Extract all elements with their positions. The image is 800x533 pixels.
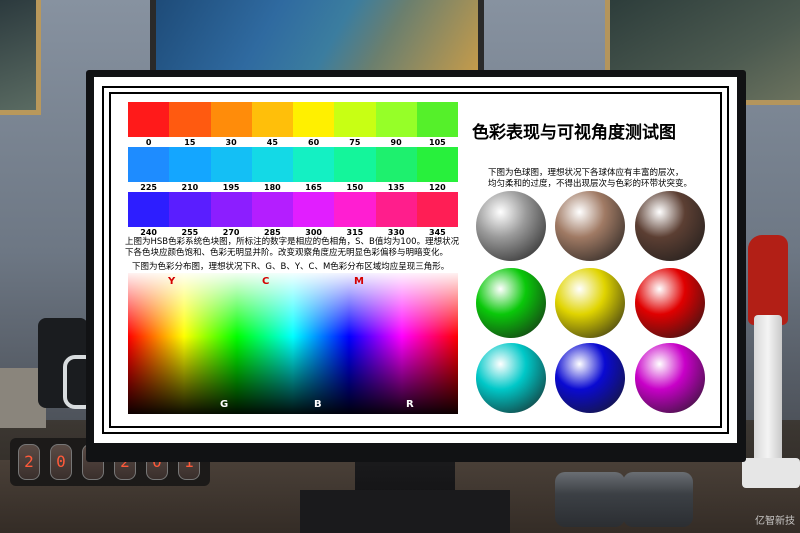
caption-hsb-line-2: 下各色块应颜色饱和、色彩无明显并阶。改变观察角度应无明显色彩偏移与明暗变化。 bbox=[125, 248, 449, 258]
figurine-red bbox=[748, 235, 788, 325]
hue-angle-label: 210 bbox=[181, 183, 199, 192]
gamut-label-c: C bbox=[262, 276, 270, 287]
color-sphere-yellow bbox=[555, 268, 625, 338]
hue-swatch bbox=[293, 147, 335, 182]
chart-title: 色彩表现与可视角度测试图 bbox=[472, 123, 676, 143]
hue-swatch bbox=[416, 147, 458, 182]
hue-swatch bbox=[293, 192, 335, 227]
hue-swatch bbox=[210, 102, 252, 137]
gamut-label-b: B bbox=[314, 399, 322, 410]
hue-swatch bbox=[416, 192, 458, 227]
color-gamut-chart: Y C M G B R bbox=[128, 273, 458, 414]
hue-angle-label: 150 bbox=[346, 183, 364, 192]
hue-swatch bbox=[375, 147, 417, 182]
speaker-left bbox=[555, 472, 625, 527]
hue-swatch bbox=[210, 192, 252, 227]
hue-swatch bbox=[210, 147, 252, 182]
hue-angle-label: 255 bbox=[181, 228, 199, 237]
hue-labels-row-3: 240 255 270 285 300 315 330 345 bbox=[128, 228, 458, 237]
hue-angle-label: 315 bbox=[346, 228, 364, 237]
color-sphere-cyan bbox=[476, 343, 546, 413]
hue-swatch bbox=[375, 102, 417, 137]
hue-angle-label: 135 bbox=[387, 183, 405, 192]
hue-labels-row-1: 0 15 30 45 60 75 90 105 bbox=[128, 138, 458, 147]
hue-swatch bbox=[375, 192, 417, 227]
hue-swatch-row-3 bbox=[128, 192, 458, 227]
caption-spheres-line-1: 下图为色球图，理想状况下各球体应有丰富的层次， bbox=[488, 168, 684, 178]
monitor-stand-base bbox=[300, 490, 510, 533]
speaker-right bbox=[623, 472, 693, 527]
color-sphere-red bbox=[635, 268, 705, 338]
hue-angle-label: 60 bbox=[308, 138, 320, 147]
hue-angle-label: 15 bbox=[184, 138, 196, 147]
hue-swatch bbox=[334, 192, 376, 227]
wall-painting-center bbox=[150, 0, 484, 76]
hue-angle-label: 330 bbox=[387, 228, 405, 237]
gamut-label-y: Y bbox=[168, 276, 176, 287]
hue-angle-label: 345 bbox=[429, 228, 446, 237]
gamut-black-gradient bbox=[128, 273, 458, 414]
color-sphere-magenta bbox=[635, 343, 705, 413]
color-sphere-blue bbox=[555, 343, 625, 413]
nixie-tube: 0 bbox=[50, 444, 72, 480]
caption-hsb-line-1: 上图为HSB色彩系统色块图，所标注的数字是相应的色相角，S、B值均为100。理想… bbox=[125, 237, 460, 247]
hue-swatch bbox=[169, 147, 211, 182]
hue-angle-label: 225 bbox=[140, 183, 157, 192]
caption-gamut: 下图为色彩分布图，理想状况下R、G、B、Y、C、M色彩分布区域均应呈现三角形。 bbox=[132, 262, 450, 272]
hue-swatch bbox=[128, 147, 170, 182]
hue-swatch bbox=[251, 192, 293, 227]
hue-swatch bbox=[128, 102, 170, 137]
gamut-label-r: R bbox=[406, 399, 414, 410]
hue-angle-label: 180 bbox=[264, 183, 281, 192]
hue-swatch-row-1 bbox=[128, 102, 458, 137]
hue-swatch bbox=[169, 102, 211, 137]
hue-angle-label: 0 bbox=[145, 138, 152, 147]
color-sphere-brown bbox=[635, 191, 705, 261]
hue-angle-label: 30 bbox=[225, 138, 237, 147]
hue-angle-label: 285 bbox=[264, 228, 281, 237]
hue-swatch bbox=[293, 102, 335, 137]
caption-spheres-line-2: 均匀柔和的过度，不得出现层次与色彩的环带状突变。 bbox=[488, 179, 693, 189]
gamut-label-m: M bbox=[354, 276, 364, 287]
figurine-base bbox=[742, 458, 800, 488]
hue-angle-label: 195 bbox=[222, 183, 240, 192]
hue-angle-label: 45 bbox=[266, 138, 278, 147]
nixie-tube: 2 bbox=[18, 444, 40, 480]
color-sphere-green bbox=[476, 268, 546, 338]
hue-swatch-row-2 bbox=[128, 147, 458, 182]
hue-swatch bbox=[334, 102, 376, 137]
hue-swatch bbox=[251, 102, 293, 137]
hue-swatch bbox=[251, 147, 293, 182]
hue-swatch bbox=[169, 192, 211, 227]
hue-angle-label: 165 bbox=[305, 183, 322, 192]
hue-angle-label: 75 bbox=[349, 138, 361, 147]
wall-painting-left bbox=[0, 0, 41, 115]
hue-angle-label: 270 bbox=[222, 228, 240, 237]
gamut-label-g: G bbox=[220, 399, 229, 410]
color-sphere-tan bbox=[555, 191, 625, 261]
color-sphere-gray bbox=[476, 191, 546, 261]
hue-angle-label: 90 bbox=[390, 138, 402, 147]
hue-angle-label: 120 bbox=[429, 183, 446, 192]
hue-swatch bbox=[334, 147, 376, 182]
watermark-text: 亿智新技 bbox=[755, 516, 795, 527]
hue-swatch bbox=[128, 192, 170, 227]
hue-angle-label: 240 bbox=[140, 228, 157, 237]
hue-angle-label: 105 bbox=[429, 138, 446, 147]
hue-angle-label: 300 bbox=[305, 228, 322, 237]
hue-labels-row-2: 225 210 195 180 165 150 135 120 bbox=[128, 183, 458, 192]
hue-swatch bbox=[416, 102, 458, 137]
